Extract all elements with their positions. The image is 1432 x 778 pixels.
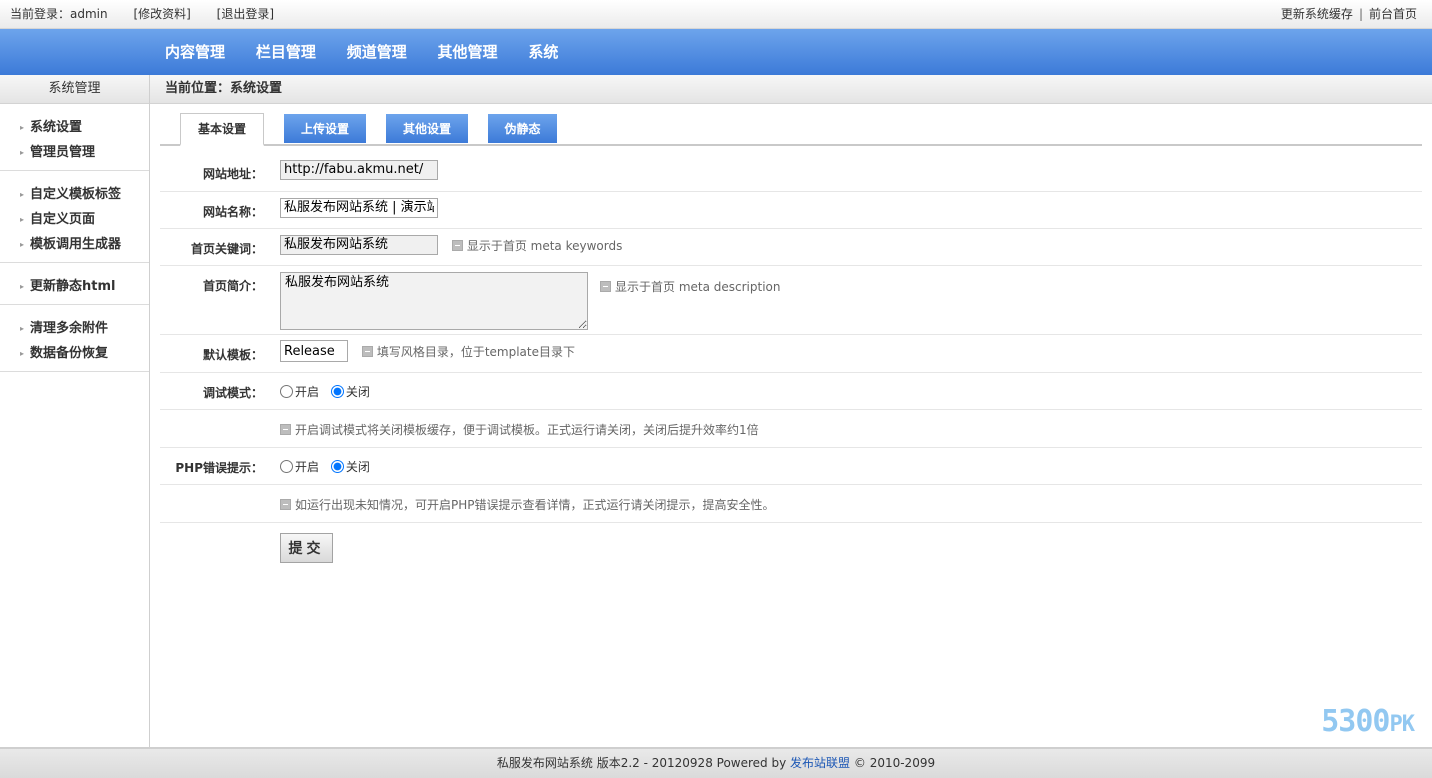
footer-text: 私服发布网站系统 版本2.2 - 20120928 Powered by	[496, 756, 787, 770]
sidebar-item-system-settings[interactable]: ▸ 系统设置	[0, 115, 149, 140]
template-hint: 填写风格目录，位于template目录下	[361, 345, 575, 359]
nav-system[interactable]: 系统	[528, 29, 558, 75]
main-nav: 内容管理 栏目管理 频道管理 其他管理 系统	[0, 29, 1432, 75]
site-url-input[interactable]	[280, 160, 438, 180]
php-error-off-option[interactable]: 关闭	[330, 458, 370, 475]
logout-link[interactable]: [退出登录]	[217, 7, 274, 21]
bullet-icon: ▸	[20, 282, 25, 291]
php-error-on-option[interactable]: 开启	[280, 458, 319, 475]
edit-profile-link[interactable]: [修改资料]	[133, 7, 190, 21]
sidebar-item-backup[interactable]: ▸ 数据备份恢复	[0, 341, 149, 366]
debug-label: 调试模式：	[202, 386, 263, 400]
sidebar: 系统管理 ▸ 系统设置 ▸ 管理员管理 ▸ 自定义模板标签 ▸ 自定义页面 ▸ 模板调用生…	[0, 75, 150, 747]
description-label: 首页简介：	[202, 279, 263, 293]
bullet-icon: ▸	[20, 324, 25, 333]
settings-tabs: 基本设置 上传设置 其他设置 伪静态	[160, 113, 1422, 146]
watermark-logo: 5300PK	[1321, 704, 1415, 739]
bullet-icon: ▸	[20, 349, 25, 358]
sidebar-item-custom-tags[interactable]: ▸ 自定义模板标签	[0, 182, 149, 207]
sidebar-item-custom-pages[interactable]: ▸ 自定义页面	[0, 207, 149, 232]
breadcrumb: 当前位置：系统设置	[150, 75, 1432, 104]
php-error-off-radio[interactable]	[330, 460, 344, 473]
description-textarea[interactable]: 私服发布网站系统	[280, 272, 588, 330]
debug-off-radio[interactable]	[330, 385, 344, 398]
info-icon	[361, 345, 373, 357]
sidebar-group: ▸ 更新静态html	[0, 263, 149, 305]
separator: |	[1358, 7, 1363, 21]
info-icon	[280, 499, 291, 510]
tab-basic[interactable]: 基本设置	[180, 113, 264, 146]
nav-other[interactable]: 其他管理	[438, 29, 498, 75]
site-name-label: 网站名称：	[202, 205, 263, 219]
row-php-error-hint: 如运行出现未知情况，可开启PHP错误提示查看详情，正式运行请关闭提示，提高安全性…	[160, 485, 1422, 523]
debug-on-option[interactable]: 开启	[280, 383, 319, 400]
tab-other[interactable]: 其他设置	[386, 114, 468, 143]
bullet-icon: ▸	[20, 240, 25, 249]
footer-copyright: © 2010-2099	[853, 756, 936, 770]
row-debug-hint: 开启调试模式将关闭模板缓存，便于调试模板。正式运行请关闭，关闭后提升效率约1倍	[160, 410, 1422, 448]
info-icon	[451, 239, 463, 251]
nav-content[interactable]: 内容管理	[165, 29, 225, 75]
php-error-on-radio[interactable]	[280, 460, 293, 473]
keywords-label: 首页关键词：	[190, 242, 263, 256]
sidebar-item-template-generator[interactable]: ▸ 模板调用生成器	[0, 232, 149, 257]
debug-hint: 开启调试模式将关闭模板缓存，便于调试模板。正式运行请关闭，关闭后提升效率约1倍	[280, 423, 759, 437]
row-site-url: 网站地址：	[160, 154, 1422, 192]
tab-upload[interactable]: 上传设置	[284, 114, 366, 143]
description-hint: 显示于首页 meta description	[600, 278, 780, 295]
site-url-label: 网站地址：	[202, 167, 263, 181]
frontend-link[interactable]: 前台首页	[1369, 7, 1417, 21]
row-template: 默认模板： 填写风格目录，位于template目录下	[160, 335, 1422, 373]
row-debug: 调试模式： 开启 关闭	[160, 373, 1422, 410]
clear-cache-link[interactable]: 更新系统缓存	[1281, 7, 1353, 21]
info-icon	[280, 424, 291, 435]
row-keywords: 首页关键词： 显示于首页 meta keywords	[160, 229, 1422, 266]
row-site-name: 网站名称：	[160, 192, 1422, 229]
row-description: 首页简介： 私服发布网站系统 显示于首页 meta description	[160, 266, 1422, 335]
template-input[interactable]	[280, 340, 348, 362]
template-label: 默认模板：	[202, 348, 263, 362]
debug-on-radio[interactable]	[280, 385, 293, 398]
keywords-hint: 显示于首页 meta keywords	[451, 239, 622, 253]
info-icon	[600, 281, 611, 292]
sidebar-group: ▸ 清理多余附件 ▸ 数据备份恢复	[0, 305, 149, 372]
sidebar-item-admins[interactable]: ▸ 管理员管理	[0, 140, 149, 165]
sidebar-item-clean-attachments[interactable]: ▸ 清理多余附件	[0, 316, 149, 341]
bullet-icon: ▸	[20, 123, 25, 132]
footer-link[interactable]: 发布站联盟	[790, 756, 850, 770]
debug-off-option[interactable]: 关闭	[330, 383, 370, 400]
sidebar-title: 系统管理	[0, 75, 149, 104]
row-php-error: PHP错误提示： 开启 关闭	[160, 448, 1422, 485]
row-submit: 提交	[160, 523, 1422, 573]
top-bar: 当前登录：admin [修改资料] [退出登录] 更新系统缓存 | 前台首页	[0, 0, 1432, 29]
settings-form: 网站地址： 网站名称： 首页关键词： 显示于首页 meta keywords 首…	[160, 154, 1422, 573]
tab-rewrite[interactable]: 伪静态	[488, 114, 557, 143]
site-name-input[interactable]	[280, 198, 438, 218]
nav-columns[interactable]: 栏目管理	[256, 29, 316, 75]
keywords-input[interactable]	[280, 235, 438, 255]
breadcrumb-text: 当前位置：系统设置	[165, 81, 283, 96]
bullet-icon: ▸	[20, 148, 25, 157]
submit-button[interactable]: 提交	[280, 533, 333, 563]
sidebar-group: ▸ 系统设置 ▸ 管理员管理	[0, 104, 149, 171]
php-error-hint: 如运行出现未知情况，可开启PHP错误提示查看详情，正式运行请关闭提示，提高安全性…	[280, 498, 775, 512]
sidebar-item-static-html[interactable]: ▸ 更新静态html	[0, 274, 149, 299]
php-error-label: PHP错误提示：	[175, 461, 263, 475]
sidebar-group: ▸ 自定义模板标签 ▸ 自定义页面 ▸ 模板调用生成器	[0, 171, 149, 263]
footer: 私服发布网站系统 版本2.2 - 20120928 Powered by 发布站…	[0, 747, 1432, 778]
nav-channels[interactable]: 频道管理	[347, 29, 407, 75]
bullet-icon: ▸	[20, 190, 25, 199]
bullet-icon: ▸	[20, 215, 25, 224]
login-status: 当前登录：admin	[10, 7, 108, 21]
